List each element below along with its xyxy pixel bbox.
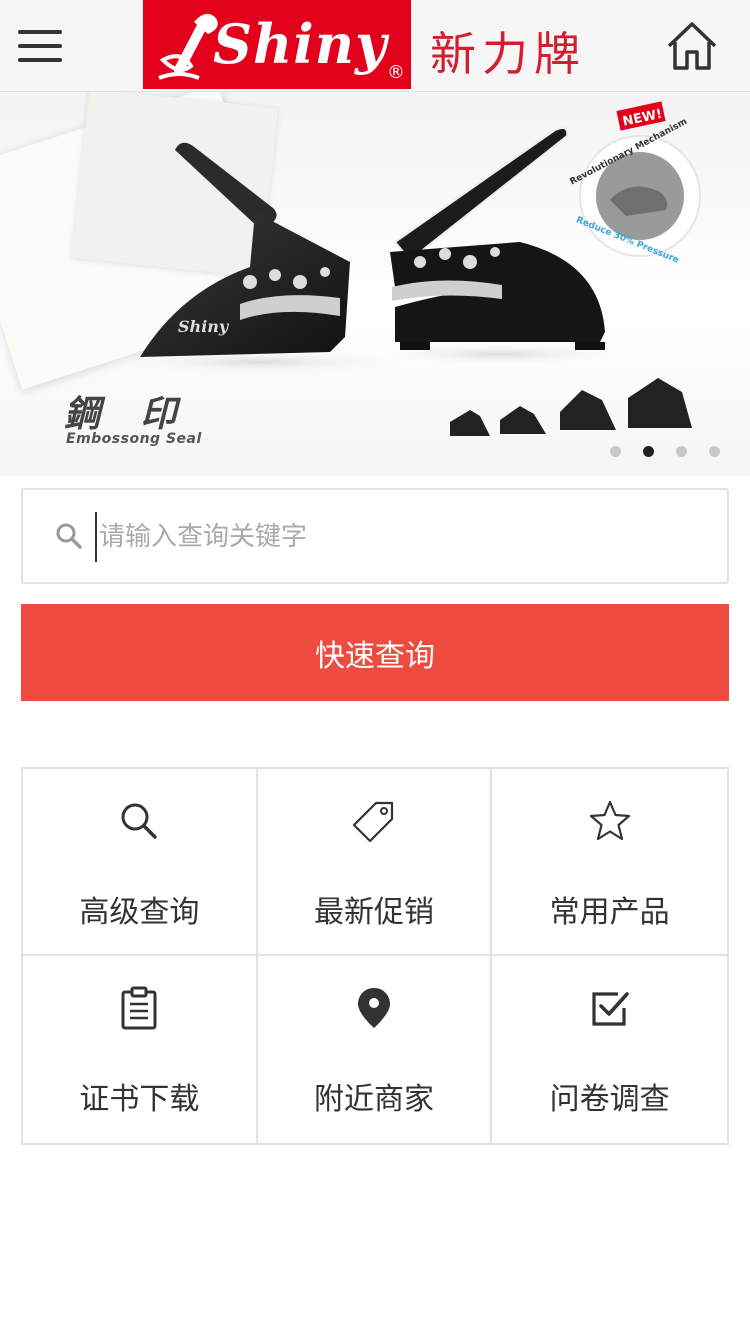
search-icon <box>121 803 158 839</box>
quick-search-button[interactable]: 快速查询 <box>21 604 729 701</box>
menu-item-label: 最新促销 <box>313 895 434 930</box>
hamburger-menu-icon <box>18 30 62 34</box>
menu-item-certificate-download[interactable]: 证书下载 <box>23 956 258 1143</box>
menu-item-questionnaire[interactable]: 问卷调查 <box>492 956 727 1143</box>
menu-item-latest-promotions[interactable]: 最新促销 <box>257 769 493 956</box>
carousel-dot-2[interactable] <box>643 446 654 457</box>
menu-item-advanced-search[interactable]: 高级查询 <box>23 769 258 956</box>
home-button[interactable] <box>664 18 720 74</box>
home-icon <box>667 22 717 70</box>
tag-icon <box>352 801 394 843</box>
menu-item-label: 问卷调查 <box>549 1082 670 1117</box>
clipboard-icon <box>121 986 157 1030</box>
carousel-thumbnails <box>450 378 692 436</box>
banner-title-chinese: 鋼 印 <box>64 393 191 435</box>
registered-mark: ® <box>387 62 405 83</box>
menu-item-label: 附近商家 <box>313 1082 434 1117</box>
carousel-dot-3[interactable] <box>676 446 687 457</box>
menu-item-label: 高级查询 <box>79 895 200 930</box>
checkbox-icon <box>592 992 629 1026</box>
carousel-dot-1[interactable] <box>610 446 621 457</box>
search-box <box>21 488 729 584</box>
menu-item-label: 常用产品 <box>549 895 670 930</box>
carousel-dot-4[interactable] <box>709 446 720 457</box>
search-input[interactable] <box>95 512 695 562</box>
star-icon <box>589 800 630 841</box>
svg-text:Shiny: Shiny <box>178 317 230 336</box>
menu-item-label: 证书下载 <box>79 1082 200 1117</box>
brand-name-chinese: 新力牌 <box>430 27 586 81</box>
map-pin-icon <box>357 988 390 1028</box>
menu-item-nearby-merchants[interactable]: 附近商家 <box>258 956 493 1143</box>
banner-title-english: Embossong Seal <box>66 431 202 447</box>
search-icon <box>56 523 82 549</box>
carousel-indicators <box>610 446 720 457</box>
menu-button[interactable] <box>18 30 64 64</box>
product-banner-carousel[interactable]: Shiny NEW! Revolutionary Mechanism Reduc… <box>0 92 750 476</box>
logo-text: Shiny <box>213 12 388 76</box>
app-header: Shiny ® 新力牌 <box>0 0 750 92</box>
menu-item-common-products[interactable]: 常用产品 <box>492 769 727 956</box>
feature-menu-grid: 高级查询 最新促销 常用产品 证书下载 附近商家 问卷调查 <box>21 767 729 1145</box>
brand-logo[interactable]: Shiny ® <box>143 0 411 89</box>
